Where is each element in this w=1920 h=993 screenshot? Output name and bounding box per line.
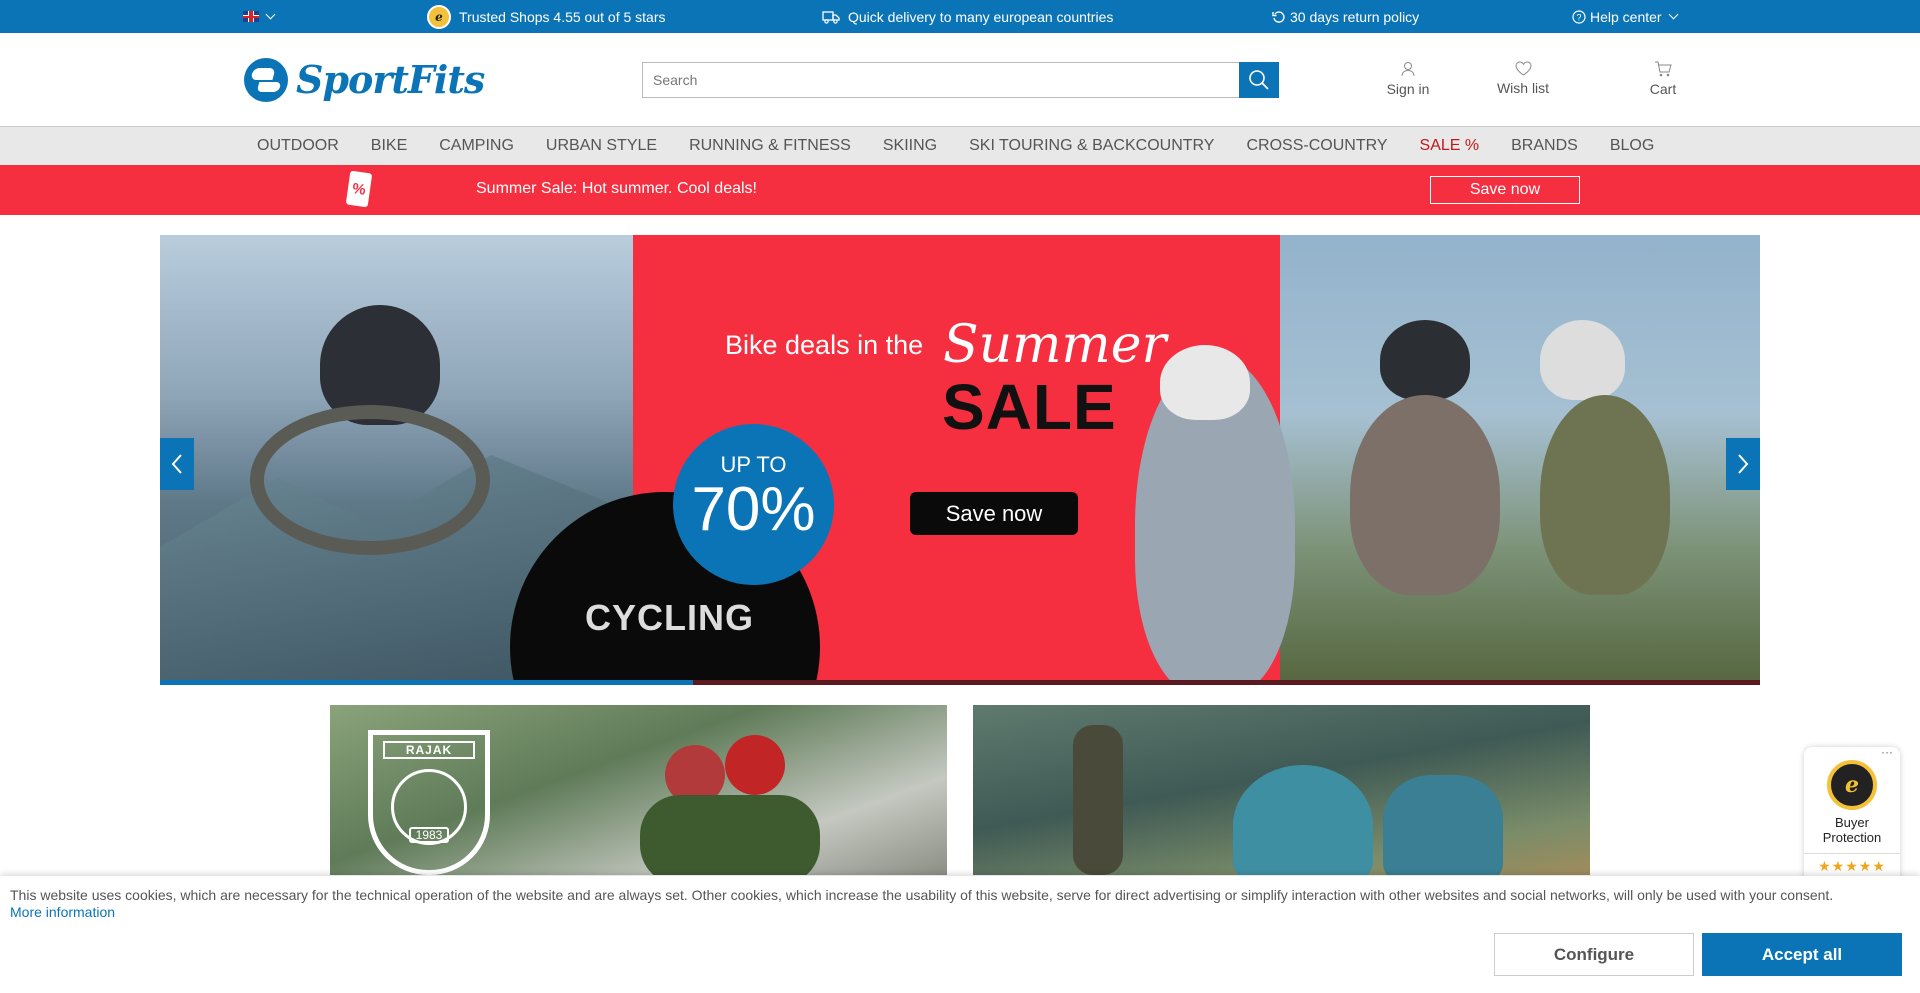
top-bar: e Trusted Shops 4.55 out of 5 stars Quic… [0, 0, 1920, 33]
slider-progress [160, 680, 1760, 685]
trusted-shops-icon: e [427, 4, 451, 29]
hero-save-button[interactable]: Save now [910, 492, 1078, 535]
nav-item-sale[interactable]: SALE % [1404, 137, 1496, 155]
cart-label: Cart [1649, 81, 1677, 97]
search-bar [642, 62, 1279, 98]
chevron-right-icon [1738, 454, 1749, 474]
returns-text: 30 days return policy [1290, 8, 1420, 25]
truck-icon [822, 10, 840, 24]
sale-tag-icon: % [345, 170, 373, 208]
user-icon [1401, 62, 1415, 77]
heart-icon [1514, 61, 1532, 76]
cart-icon [1655, 61, 1672, 77]
hero-percent-text: 70% [691, 475, 816, 544]
site-header: SportFits Sign in Wish list Cart [0, 33, 1920, 127]
sign-in-label: Sign in [1386, 81, 1430, 97]
return-arrow-icon [1272, 10, 1285, 23]
nav-item-camping[interactable]: CAMPING [423, 137, 530, 155]
trusted-shops-widget[interactable]: ··· e Buyer Protection ★★★★★ [1804, 745, 1900, 883]
search-icon [1249, 70, 1269, 90]
chevron-down-icon [1668, 9, 1679, 20]
nav-item-blog[interactable]: BLOG [1594, 137, 1670, 155]
tile-camping-brand[interactable]: RAJAK 1983 [330, 705, 947, 875]
wish-list-label: Wish list [1496, 80, 1550, 96]
cookie-banner: This website uses cookies, which are nec… [0, 876, 1920, 993]
slider-progress-fill [160, 680, 693, 685]
nav-item-running-fitness[interactable]: RUNNING & FITNESS [673, 137, 867, 155]
hero-discount-badge: UP TO 70% [673, 424, 834, 585]
cart-link[interactable]: Cart [1623, 61, 1703, 97]
nav-item-urban-style[interactable]: URBAN STYLE [530, 137, 673, 155]
sign-in-link[interactable]: Sign in [1368, 61, 1448, 97]
returns-info[interactable]: 30 days return policy [1272, 0, 1419, 33]
promo-save-button[interactable]: Save now [1430, 176, 1580, 204]
slider-prev-button[interactable] [160, 438, 194, 490]
delivery-info[interactable]: Quick delivery to many european countrie… [822, 0, 1113, 33]
logo-icon [244, 57, 288, 102]
widget-menu-icon[interactable]: ··· [1881, 745, 1893, 759]
trusted-shops-seal-icon: e [1827, 760, 1877, 810]
hero-slider[interactable]: CYCLING Bike deals in the Summer SALE UP… [160, 235, 1760, 685]
chevron-down-icon [265, 9, 276, 20]
brand-logo-text: RAJAK [383, 741, 475, 759]
promo-bar: % Summer Sale: Hot summer. Cool deals! S… [0, 165, 1920, 215]
main-nav: OUTDOOR BIKE CAMPING URBAN STYLE RUNNING… [0, 127, 1920, 165]
nav-item-ski-touring[interactable]: SKI TOURING & BACKCOUNTRY [953, 137, 1230, 155]
rating-stars: ★★★★★ [1804, 853, 1900, 875]
nav-item-bike[interactable]: BIKE [355, 137, 423, 155]
brand-shield-logo: RAJAK 1983 [368, 730, 490, 875]
promo-text: Summer Sale: Hot summer. Cool deals! [476, 180, 757, 197]
cookie-configure-button[interactable]: Configure [1494, 933, 1694, 976]
hero-category: CYCLING [585, 597, 754, 638]
hero-sale-text: SALE [942, 371, 1117, 443]
hero-image-riders [1280, 235, 1760, 685]
help-text: Help center [1590, 8, 1662, 25]
nav-item-brands[interactable]: BRANDS [1495, 137, 1594, 155]
svg-text:?: ? [1576, 12, 1581, 22]
hero-summer-text: Summer [943, 315, 1167, 375]
language-selector[interactable] [243, 0, 276, 33]
buyer-protection-label: Buyer Protection [1822, 815, 1882, 845]
nav-item-skiing[interactable]: SKIING [867, 137, 953, 155]
search-input[interactable] [642, 62, 1239, 98]
cookie-message: This website uses cookies, which are nec… [10, 887, 1834, 903]
delivery-text: Quick delivery to many european countrie… [848, 8, 1114, 25]
cookie-more-info-link[interactable]: More information [10, 904, 115, 920]
slider-next-button[interactable] [1726, 438, 1760, 490]
search-button[interactable] [1239, 62, 1279, 98]
wish-list-link[interactable]: Wish list [1483, 61, 1563, 96]
nav-item-cross-country[interactable]: CROSS-COUNTRY [1230, 137, 1403, 155]
help-center[interactable]: ? Help center [1572, 0, 1679, 33]
hero-foreground-helmet [1160, 345, 1250, 420]
brand-logo-year: 1983 [409, 827, 449, 843]
uk-flag-icon [243, 11, 259, 22]
chevron-left-icon [171, 454, 182, 474]
help-icon: ? [1572, 9, 1586, 24]
cookie-accept-button[interactable]: Accept all [1702, 933, 1902, 976]
trusted-shops-text: Trusted Shops 4.55 out of 5 stars [459, 8, 666, 25]
tile-hiking[interactable] [973, 705, 1590, 875]
nav-item-outdoor[interactable]: OUTDOOR [241, 137, 355, 155]
hero-headline: Bike deals in the [725, 330, 924, 360]
trusted-shops-rating[interactable]: e Trusted Shops 4.55 out of 5 stars [427, 0, 666, 33]
logo-text: SportFits [296, 57, 485, 102]
logo[interactable]: SportFits [244, 57, 485, 102]
